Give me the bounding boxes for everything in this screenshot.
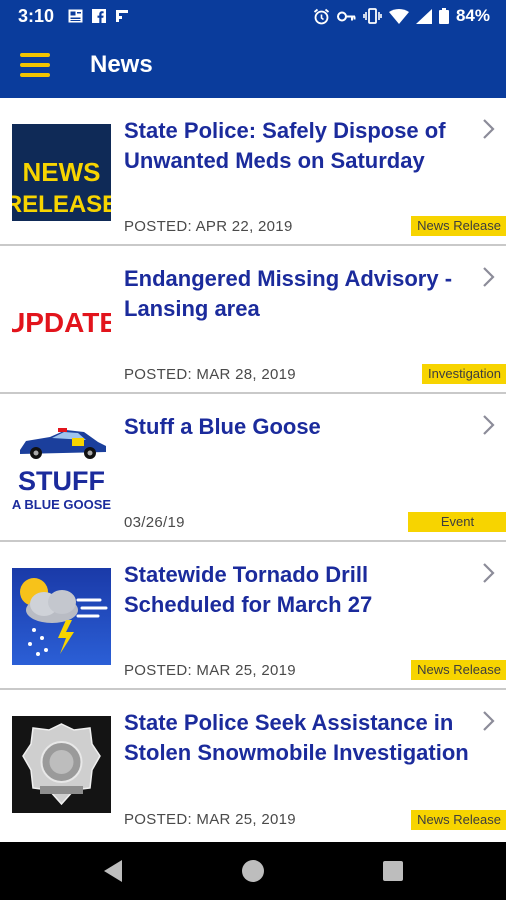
category-badge: News Release	[411, 810, 506, 830]
newspaper-icon	[68, 8, 83, 23]
chevron-right-icon[interactable]	[482, 562, 496, 584]
category-badge: Event	[408, 512, 506, 532]
news-card[interactable]: UPDATE Endangered Missing Advisory - Lan…	[0, 246, 506, 394]
news-title[interactable]: Endangered Missing Advisory - Lansing ar…	[124, 264, 472, 324]
weather-thumbnail	[12, 568, 111, 665]
news-card[interactable]: State Police Seek Assistance in Stolen S…	[0, 690, 506, 842]
status-time: 3:10	[18, 6, 55, 26]
category-badge: News Release	[411, 660, 506, 680]
category-badge: Investigation	[422, 364, 506, 384]
alarm-icon	[313, 8, 330, 25]
posted-date: POSTED: MAR 28, 2019	[124, 366, 296, 383]
recents-icon[interactable]	[383, 861, 403, 881]
status-bar: 3:10 84%	[0, 0, 506, 33]
news-card[interactable]: STUFF A BLUE GOOSE Stuff a Blue Goose 03…	[0, 394, 506, 542]
key-icon	[336, 9, 356, 24]
system-icons: 84%	[313, 6, 490, 26]
hamburger-menu-icon[interactable]	[20, 53, 50, 77]
home-icon[interactable]	[241, 859, 265, 883]
chevron-right-icon[interactable]	[482, 710, 496, 732]
notification-icons	[68, 8, 129, 23]
posted-date: 03/26/19	[124, 514, 185, 531]
blue-goose-thumbnail: STUFF A BLUE GOOSE	[12, 420, 111, 517]
news-release-thumbnail: NEWS RELEASE	[12, 124, 111, 221]
signal-icon	[415, 8, 432, 24]
battery-icon	[438, 8, 449, 24]
news-title[interactable]: Stuff a Blue Goose	[124, 412, 472, 442]
news-title[interactable]: Statewide Tornado Drill Scheduled for Ma…	[124, 560, 472, 620]
news-title[interactable]: State Police: Safely Dispose of Unwanted…	[124, 116, 472, 176]
wifi-icon	[388, 8, 409, 24]
news-list[interactable]: NEWS RELEASE State Police: Safely Dispos…	[0, 98, 506, 842]
news-title[interactable]: State Police Seek Assistance in Stolen S…	[124, 708, 472, 768]
news-card[interactable]: NEWS RELEASE State Police: Safely Dispos…	[0, 98, 506, 246]
police-badge-thumbnail	[12, 716, 111, 813]
chevron-right-icon[interactable]	[482, 118, 496, 140]
category-badge: News Release	[411, 216, 506, 236]
thumb-text-blue-goose: A BLUE GOOSE	[12, 497, 111, 512]
system-nav-bar	[0, 842, 506, 900]
thumb-text-release: RELEASE	[12, 191, 111, 218]
back-icon[interactable]	[103, 859, 123, 883]
posted-date: POSTED: APR 22, 2019	[124, 218, 293, 235]
thumb-text-stuff: STUFF	[18, 466, 105, 496]
thumb-text-news: NEWS	[23, 157, 101, 187]
chevron-right-icon[interactable]	[482, 414, 496, 436]
battery-percent: 84%	[455, 6, 490, 25]
vibrate-icon	[363, 8, 382, 24]
chevron-right-icon[interactable]	[482, 266, 496, 288]
news-card[interactable]: Statewide Tornado Drill Scheduled for Ma…	[0, 542, 506, 690]
posted-date: POSTED: MAR 25, 2019	[124, 811, 296, 828]
update-thumbnail: UPDATE	[12, 272, 111, 369]
posted-date: POSTED: MAR 25, 2019	[124, 662, 296, 679]
page-title: News	[90, 51, 153, 78]
flipboard-icon	[114, 8, 129, 23]
app-bar: News	[0, 33, 506, 98]
facebook-icon	[91, 8, 106, 23]
thumb-text-update: UPDATE	[12, 307, 111, 338]
